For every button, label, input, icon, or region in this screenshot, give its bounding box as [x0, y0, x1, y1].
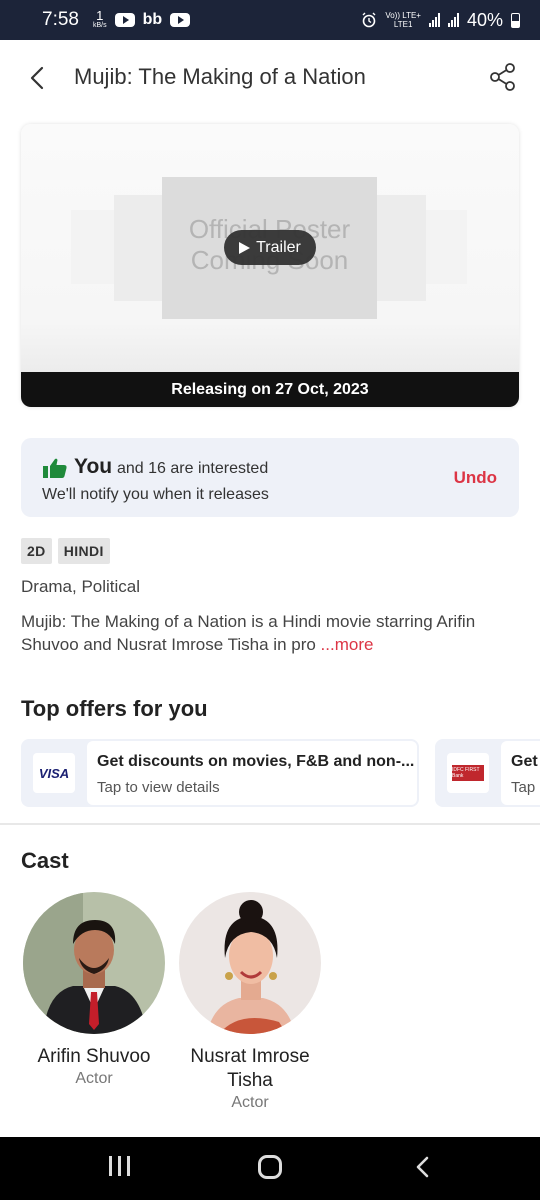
- bb-app-icon: bb: [142, 11, 163, 28]
- notify-text: We'll notify you when it releases: [42, 486, 269, 503]
- offers-carousel[interactable]: VISA Get discounts on movies, F&B and no…: [21, 739, 540, 807]
- page-title: Mujib: The Making of a Nation: [74, 64, 366, 89]
- status-time: 7:58: [42, 9, 79, 30]
- genres: Drama, Political: [21, 577, 141, 596]
- offer-subtitle: Tap: [511, 779, 536, 796]
- lte-label: LTE1: [393, 20, 413, 29]
- section-divider: [0, 823, 540, 825]
- cast-name: Arifin Shuvoo: [37, 1046, 151, 1067]
- battery-percent: 40%: [466, 9, 503, 30]
- net-speed: 1 kB/s: [92, 8, 107, 30]
- bank-logo: IDFC FIRST Bank: [447, 753, 489, 793]
- visa-logo-text: VISA: [38, 765, 70, 781]
- cast-avatar: [23, 892, 165, 1034]
- home-icon[interactable]: [258, 1155, 282, 1179]
- undo-button[interactable]: Undo: [454, 468, 497, 488]
- avatar-portrait-man: [23, 892, 165, 1034]
- release-date-bar: Releasing on 27 Oct, 2023: [21, 372, 519, 407]
- net-speed-value: 1: [96, 8, 104, 23]
- offer-body: Get Tap: [501, 741, 540, 805]
- synopsis: Mujib: The Making of a Nation is a Hindi…: [21, 610, 521, 656]
- trailer-button[interactable]: Trailer: [224, 230, 316, 265]
- offers-title: Top offers for you: [21, 696, 208, 721]
- signal-icon-2: [447, 13, 459, 27]
- offer-subtitle: Tap to view details: [97, 779, 220, 796]
- cast-title: Cast: [21, 848, 69, 873]
- alarm-icon: [362, 12, 376, 28]
- network-type: Vo)) LTE+ LTE1: [385, 11, 421, 29]
- visa-logo: VISA: [33, 753, 75, 793]
- system-nav-bar: [0, 1137, 540, 1200]
- net-speed-unit: kB/s: [92, 22, 107, 29]
- cast-role: Actor: [75, 1070, 113, 1087]
- thumbs-up-icon: [43, 458, 67, 478]
- cast-member[interactable]: Nusrat Imrose Tisha Actor: [170, 892, 330, 1112]
- volte-label: Vo)) LTE+: [385, 11, 421, 20]
- bank-logo-mark: IDFC FIRST Bank: [452, 765, 484, 781]
- interest-count: and 16 are interested: [117, 460, 269, 477]
- nav-back-icon[interactable]: [412, 1155, 436, 1179]
- offer-title: Get: [511, 753, 538, 770]
- synopsis-text: Mujib: The Making of a Nation is a Hindi…: [21, 612, 476, 654]
- cast-avatar: [179, 892, 321, 1034]
- poster-banner: Official Poster Coming Soon Trailer Rele…: [21, 124, 519, 407]
- more-link[interactable]: ...more: [321, 635, 374, 654]
- signal-icon: [428, 13, 440, 27]
- trailer-label: Trailer: [256, 238, 301, 256]
- offer-body: Get discounts on movies, F&B and non-...…: [87, 741, 417, 805]
- offer-title: Get discounts on movies, F&B and non-...: [97, 753, 415, 770]
- status-bar: 7:58 1 kB/s bb Vo)) LTE+ LTE1 40%: [0, 0, 540, 40]
- recent-apps-icon[interactable]: [109, 1156, 130, 1176]
- format-tags: 2D HINDI: [21, 538, 110, 564]
- back-icon[interactable]: [26, 64, 50, 92]
- play-icon: [239, 241, 251, 254]
- youtube-icon: [114, 13, 135, 27]
- avatar-portrait-woman: [179, 892, 321, 1034]
- tag-format: 2D: [21, 538, 52, 564]
- cast-role: Actor: [231, 1094, 269, 1111]
- offer-card[interactable]: IDFC FIRST Bank Get Tap: [435, 739, 540, 807]
- tag-language: HINDI: [57, 538, 110, 564]
- offer-card[interactable]: VISA Get discounts on movies, F&B and no…: [21, 739, 419, 807]
- share-icon[interactable]: [488, 61, 518, 93]
- cast-member[interactable]: Arifin Shuvoo Actor: [14, 892, 174, 1088]
- battery-icon: [511, 12, 520, 28]
- cast-name: Nusrat Imrose Tisha: [190, 1046, 310, 1091]
- app-header: Mujib: The Making of a Nation: [0, 40, 540, 116]
- interest-you-label: You: [74, 455, 113, 478]
- interest-card: You and 16 are interested We'll notify y…: [21, 438, 519, 517]
- youtube-icon: [170, 13, 191, 27]
